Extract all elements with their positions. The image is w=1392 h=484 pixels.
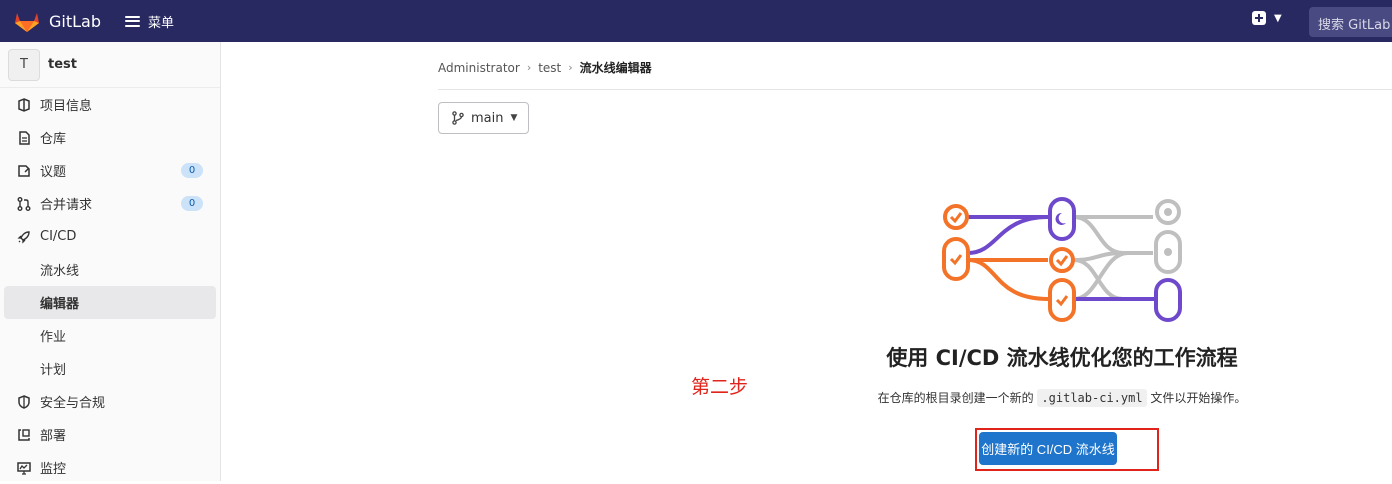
empty-state-desc-after: 文件以开始操作。 — [1150, 391, 1247, 405]
search-input[interactable]: 搜索 GitLab — [1309, 7, 1392, 37]
project-sidebar: T test 项目信息 仓库 议题 0 合并请求 0 CI/CD 流水线 编辑器… — [0, 42, 221, 481]
merge-requests-count-badge: 0 — [181, 196, 203, 211]
chevron-right-icon: › — [526, 61, 532, 74]
sidebar-subitem-editor[interactable]: 编辑器 — [4, 286, 216, 319]
sidebar-item-label: 合并请求 — [40, 198, 93, 213]
empty-state-desc-code: .gitlab-ci.yml — [1037, 389, 1147, 407]
sidebar-subitem-pipelines[interactable]: 流水线 — [0, 253, 220, 286]
chevron-down-icon: ▼ — [1274, 12, 1282, 24]
sidebar-item-monitor[interactable]: 监控 — [0, 451, 220, 484]
rocket-icon — [16, 229, 32, 245]
sidebar-item-label: 项目信息 — [40, 99, 93, 114]
branch-switcher-button[interactable]: main ▼ — [438, 102, 529, 134]
branch-icon — [452, 111, 464, 125]
issues-count-badge: 0 — [181, 163, 203, 178]
top-navbar: GitLab 菜单 ▼ 搜索 GitLab — [0, 0, 1392, 42]
gitlab-tanuki-icon — [15, 13, 39, 32]
project-info-icon — [16, 97, 32, 113]
sidebar-item-project-info[interactable]: 项目信息 — [0, 88, 220, 121]
sidebar-item-repository[interactable]: 仓库 — [0, 121, 220, 154]
monitor-icon — [16, 460, 32, 476]
pipeline-illustration — [942, 197, 1182, 322]
breadcrumb-link-project[interactable]: test — [538, 61, 561, 75]
brand-name: GitLab — [49, 11, 101, 31]
sidebar-item-cicd[interactable]: CI/CD — [0, 220, 220, 253]
create-pipeline-button[interactable]: 创建新的 CI/CD 流水线 — [979, 432, 1117, 465]
chevron-right-icon: › — [568, 61, 573, 74]
hamburger-icon — [125, 15, 140, 27]
project-avatar: T — [8, 48, 40, 81]
new-dropdown-button[interactable]: ▼ — [1252, 11, 1282, 25]
main-menu-button[interactable]: 菜单 — [125, 12, 174, 31]
deploy-icon — [16, 427, 32, 443]
document-icon — [16, 130, 32, 146]
sidebar-item-issues[interactable]: 议题 0 — [0, 154, 220, 187]
menu-label: 菜单 — [148, 15, 175, 31]
sidebar-item-label: 监控 — [40, 462, 67, 477]
sidebar-item-label: 仓库 — [40, 132, 67, 147]
sidebar-item-merge-requests[interactable]: 合并请求 0 — [0, 187, 220, 220]
plus-square-icon — [1252, 11, 1266, 25]
breadcrumb-current[interactable]: 流水线编辑器 — [580, 59, 652, 76]
breadcrumb: Administrator › test › 流水线编辑器 — [438, 59, 652, 76]
breadcrumb-link-administrator[interactable]: Administrator — [438, 61, 520, 75]
sidebar-item-label: CI/CD — [40, 229, 77, 244]
chevron-down-icon: ▼ — [510, 113, 518, 123]
sidebar-item-deployments[interactable]: 部署 — [0, 418, 220, 451]
sidebar-item-label: 部署 — [40, 429, 67, 444]
issues-icon — [16, 163, 32, 179]
header-divider — [438, 89, 1392, 90]
sidebar-project-header[interactable]: T test — [0, 42, 220, 88]
sidebar-item-label: 议题 — [40, 165, 67, 180]
empty-state-desc-before: 在仓库的根目录创建一个新的 — [877, 391, 1034, 405]
empty-state-title: 使用 CI/CD 流水线优化您的工作流程 — [886, 346, 1238, 370]
step-annotation: 第二步 — [691, 376, 749, 398]
branch-name: main — [471, 110, 504, 126]
project-name: test — [48, 57, 77, 72]
merge-request-icon — [16, 196, 32, 212]
sidebar-nav: 项目信息 仓库 议题 0 合并请求 0 CI/CD 流水线 编辑器 作业 计划 … — [0, 88, 220, 484]
gitlab-logo[interactable]: GitLab — [14, 9, 101, 33]
